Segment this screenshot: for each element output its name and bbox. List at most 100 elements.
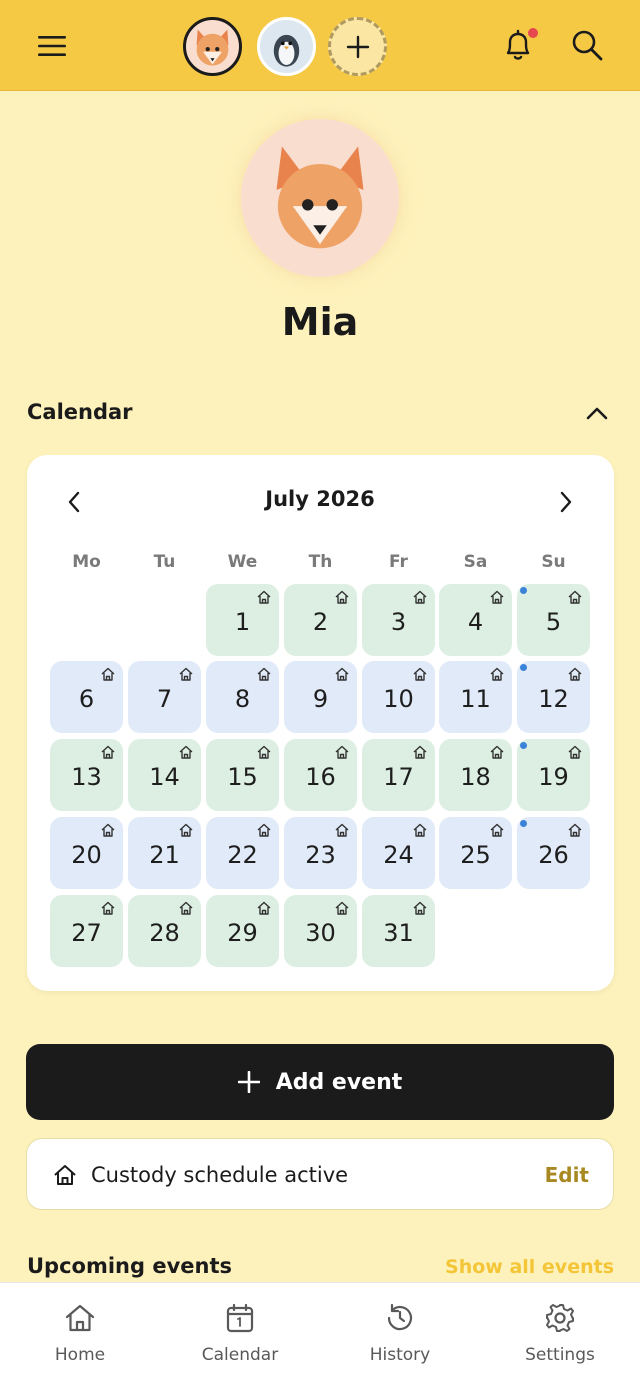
house-icon: [257, 590, 271, 604]
weekday-header: Th: [308, 552, 333, 572]
calendar-day[interactable]: 1: [206, 584, 279, 656]
calendar-day[interactable]: 18: [439, 739, 512, 811]
calendar-day[interactable]: 4: [439, 584, 512, 656]
house-icon: [257, 667, 271, 681]
weekday-header: Mo: [72, 552, 101, 572]
house-icon: [490, 823, 504, 837]
weekday-header: Su: [541, 552, 566, 572]
house-icon: [335, 667, 349, 681]
calendar-day[interactable]: 20: [50, 817, 123, 889]
house-icon: [335, 745, 349, 759]
calendar-day[interactable]: 13: [50, 739, 123, 811]
edit-custody-button[interactable]: Edit: [545, 1163, 589, 1187]
calendar-day[interactable]: 23: [284, 817, 357, 889]
child-avatar-penguin[interactable]: [257, 17, 316, 76]
event-dot: [520, 742, 527, 749]
day-number: 20: [71, 841, 102, 869]
hamburger-menu-icon: [38, 36, 66, 56]
calendar-day[interactable]: 5: [517, 584, 590, 656]
nav-calendar[interactable]: Calendar: [160, 1283, 320, 1385]
calendar-day[interactable]: 31: [362, 895, 435, 967]
day-number: 13: [71, 763, 102, 791]
calendar-day[interactable]: 2: [284, 584, 357, 656]
add-event-button[interactable]: Add event: [26, 1044, 614, 1120]
calendar-day[interactable]: 21: [128, 817, 201, 889]
nav-settings-label: Settings: [525, 1345, 595, 1365]
bottom-nav: Home Calendar History Settings: [0, 1282, 640, 1385]
next-month-button[interactable]: [550, 486, 582, 518]
day-number: 23: [305, 841, 336, 869]
house-icon: [101, 901, 115, 915]
house-icon: [490, 590, 504, 604]
day-number: 9: [312, 685, 329, 713]
day-number: 27: [71, 919, 102, 947]
fox-avatar-icon: [276, 146, 364, 249]
child-avatar-fox-selected[interactable]: [183, 17, 242, 76]
add-event-label: Add event: [275, 1069, 403, 1095]
day-number: 28: [149, 919, 180, 947]
day-number: 17: [383, 763, 414, 791]
day-number: 2: [312, 608, 329, 636]
calendar-day[interactable]: 30: [284, 895, 357, 967]
nav-settings[interactable]: Settings: [480, 1283, 640, 1385]
house-icon: [257, 901, 271, 915]
house-icon: [101, 745, 115, 759]
profile-avatar: [241, 119, 399, 277]
add-child-button[interactable]: [328, 17, 387, 76]
day-number: 18: [460, 763, 491, 791]
event-dot: [520, 587, 527, 594]
calendar-section-title: Calendar: [27, 400, 133, 424]
calendar-day[interactable]: 19: [517, 739, 590, 811]
calendar-day[interactable]: 10: [362, 661, 435, 733]
day-number: 26: [538, 841, 569, 869]
calendar-day[interactable]: 22: [206, 817, 279, 889]
day-number: 31: [383, 919, 414, 947]
calendar-day[interactable]: 3: [362, 584, 435, 656]
calendar-day[interactable]: 29: [206, 895, 279, 967]
calendar-day[interactable]: 25: [439, 817, 512, 889]
search-button[interactable]: [564, 22, 610, 68]
day-number: 10: [383, 685, 414, 713]
collapse-calendar-button[interactable]: [580, 396, 614, 430]
day-number: 15: [227, 763, 258, 791]
house-icon: [568, 590, 582, 604]
profile-name: Mia: [281, 300, 359, 344]
event-dot: [520, 820, 527, 827]
calendar-day[interactable]: 26: [517, 817, 590, 889]
day-number: 11: [460, 685, 491, 713]
calendar-day[interactable]: 24: [362, 817, 435, 889]
calendar-day[interactable]: 9: [284, 661, 357, 733]
nav-calendar-label: Calendar: [201, 1345, 279, 1365]
day-number: 24: [383, 841, 414, 869]
calendar-day[interactable]: 28: [128, 895, 201, 967]
day-number: 14: [149, 763, 180, 791]
calendar-icon: [226, 1303, 254, 1333]
house-icon: [413, 667, 427, 681]
day-number: 16: [305, 763, 336, 791]
calendar-day[interactable]: 17: [362, 739, 435, 811]
calendar-day[interactable]: 8: [206, 661, 279, 733]
show-all-events-link[interactable]: Show all events: [445, 1256, 614, 1278]
house-icon: [490, 745, 504, 759]
house-icon: [413, 823, 427, 837]
calendar-day[interactable]: 14: [128, 739, 201, 811]
calendar-day[interactable]: 11: [439, 661, 512, 733]
plus-icon: [346, 35, 369, 58]
menu-button[interactable]: [30, 26, 74, 66]
calendar-day[interactable]: 27: [50, 895, 123, 967]
fox-avatar-icon: [196, 29, 229, 66]
house-icon: [257, 745, 271, 759]
nav-home[interactable]: Home: [0, 1283, 160, 1385]
calendar-day[interactable]: 7: [128, 661, 201, 733]
day-number: 5: [545, 608, 562, 636]
day-number: 22: [227, 841, 258, 869]
calendar-day[interactable]: 12: [517, 661, 590, 733]
house-icon: [179, 901, 193, 915]
weekday-header: Fr: [389, 552, 408, 572]
calendar-day[interactable]: 6: [50, 661, 123, 733]
house-icon: [179, 745, 193, 759]
nav-history[interactable]: History: [320, 1283, 480, 1385]
house-icon: [101, 667, 115, 681]
calendar-day[interactable]: 16: [284, 739, 357, 811]
calendar-day[interactable]: 15: [206, 739, 279, 811]
